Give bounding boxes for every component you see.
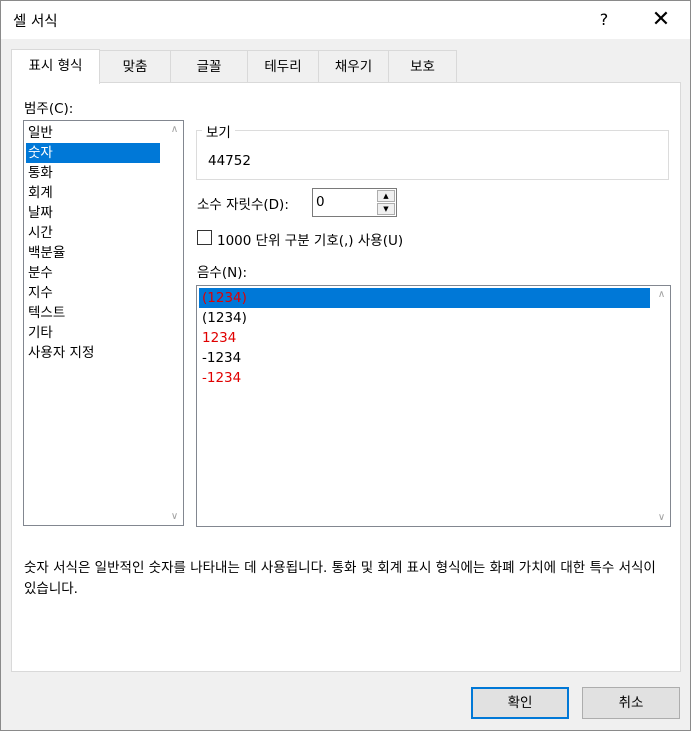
scroll-down-icon[interactable]: ∨ bbox=[653, 509, 670, 526]
negative-item-5-text: -1234 bbox=[202, 370, 242, 386]
category-item-accounting[interactable]: 회계 bbox=[26, 183, 163, 203]
category-item-time[interactable]: 시간 bbox=[26, 223, 163, 243]
help-button[interactable]: ? bbox=[582, 1, 626, 39]
tab-number[interactable]: 표시 형식 bbox=[11, 49, 100, 84]
title-bar: 셀 서식 ? ✕ bbox=[1, 1, 690, 39]
close-icon[interactable]: ✕ bbox=[638, 1, 684, 39]
sample-group-box bbox=[196, 130, 669, 180]
category-item-date[interactable]: 날짜 bbox=[26, 203, 163, 223]
negative-numbers-list[interactable]: (1234) (1234) 1234 -1234 -1234 ∧ ∨ bbox=[196, 285, 671, 527]
thousands-separator-checkbox[interactable] bbox=[197, 230, 212, 245]
cancel-button[interactable]: 취소 bbox=[582, 687, 680, 719]
category-item-percentage[interactable]: 백분율 bbox=[26, 243, 163, 263]
tab-font[interactable]: 글꼴 bbox=[170, 50, 248, 82]
decimal-places-value[interactable]: 0 bbox=[316, 194, 325, 210]
negative-item-2-text: (1234) bbox=[202, 310, 247, 326]
category-label: 범주(C): bbox=[24, 101, 74, 117]
spin-up-icon[interactable]: ▲ bbox=[377, 190, 395, 202]
negative-item-4-text: -1234 bbox=[202, 350, 242, 366]
category-item-number[interactable]: 숫자 bbox=[26, 143, 160, 163]
spin-down-icon[interactable]: ▼ bbox=[377, 203, 395, 215]
format-cells-dialog: 셀 서식 ? ✕ 표시 형식 맞춤 글꼴 테두리 채우기 보호 범주(C): 일… bbox=[0, 0, 691, 731]
tab-protection[interactable]: 보호 bbox=[388, 50, 457, 82]
scroll-up-icon[interactable]: ∧ bbox=[166, 121, 183, 138]
negative-scrollbar[interactable]: ∧ ∨ bbox=[653, 286, 670, 526]
category-item-fraction[interactable]: 분수 bbox=[26, 263, 163, 283]
negative-item-3-text: 1234 bbox=[202, 330, 237, 346]
category-item-text[interactable]: 텍스트 bbox=[26, 303, 163, 323]
spin-buttons: ▲ ▼ bbox=[377, 190, 395, 215]
negative-item-1[interactable]: (1234) bbox=[199, 288, 650, 308]
negative-item-4[interactable]: -1234 bbox=[199, 348, 650, 368]
negative-item-5[interactable]: -1234 bbox=[199, 368, 650, 388]
scroll-up-icon[interactable]: ∧ bbox=[653, 286, 670, 303]
negative-item-2[interactable]: (1234) bbox=[199, 308, 650, 328]
dialog-title: 셀 서식 bbox=[13, 14, 58, 30]
category-scrollbar[interactable]: ∧ ∨ bbox=[166, 121, 183, 525]
category-item-special[interactable]: 기타 bbox=[26, 323, 163, 343]
ok-button[interactable]: 확인 bbox=[471, 687, 569, 719]
tab-fill[interactable]: 채우기 bbox=[318, 50, 389, 82]
tab-alignment[interactable]: 맞춤 bbox=[99, 50, 171, 82]
sample-title: 보기 bbox=[202, 121, 235, 141]
category-item-custom[interactable]: 사용자 지정 bbox=[26, 343, 163, 363]
negative-numbers-label: 음수(N): bbox=[197, 265, 248, 281]
decimal-places-spinner[interactable]: 0 ▲ ▼ bbox=[312, 188, 397, 217]
format-description: 숫자 서식은 일반적인 숫자를 나타내는 데 사용됩니다. 통화 및 회계 표시… bbox=[24, 560, 656, 597]
negative-item-1-text: (1234) bbox=[202, 290, 247, 306]
category-item-general[interactable]: 일반 bbox=[26, 123, 163, 143]
tab-border[interactable]: 테두리 bbox=[247, 50, 319, 82]
scroll-down-icon[interactable]: ∨ bbox=[166, 508, 183, 525]
sample-value: 44752 bbox=[208, 153, 251, 169]
category-item-currency[interactable]: 통화 bbox=[26, 163, 163, 183]
category-item-scientific[interactable]: 지수 bbox=[26, 283, 163, 303]
negative-item-3[interactable]: 1234 bbox=[199, 328, 650, 348]
category-list[interactable]: 일반 숫자 통화 회계 날짜 시간 백분율 분수 지수 텍스트 기타 사용자 지… bbox=[23, 120, 184, 526]
thousands-separator-label[interactable]: 1000 단위 구분 기호(,) 사용(U) bbox=[217, 229, 403, 249]
decimal-places-label: 소수 자릿수(D): bbox=[197, 197, 289, 213]
number-tab-panel: 범주(C): 일반 숫자 통화 회계 날짜 시간 백분율 분수 지수 텍스트 기… bbox=[11, 82, 681, 672]
